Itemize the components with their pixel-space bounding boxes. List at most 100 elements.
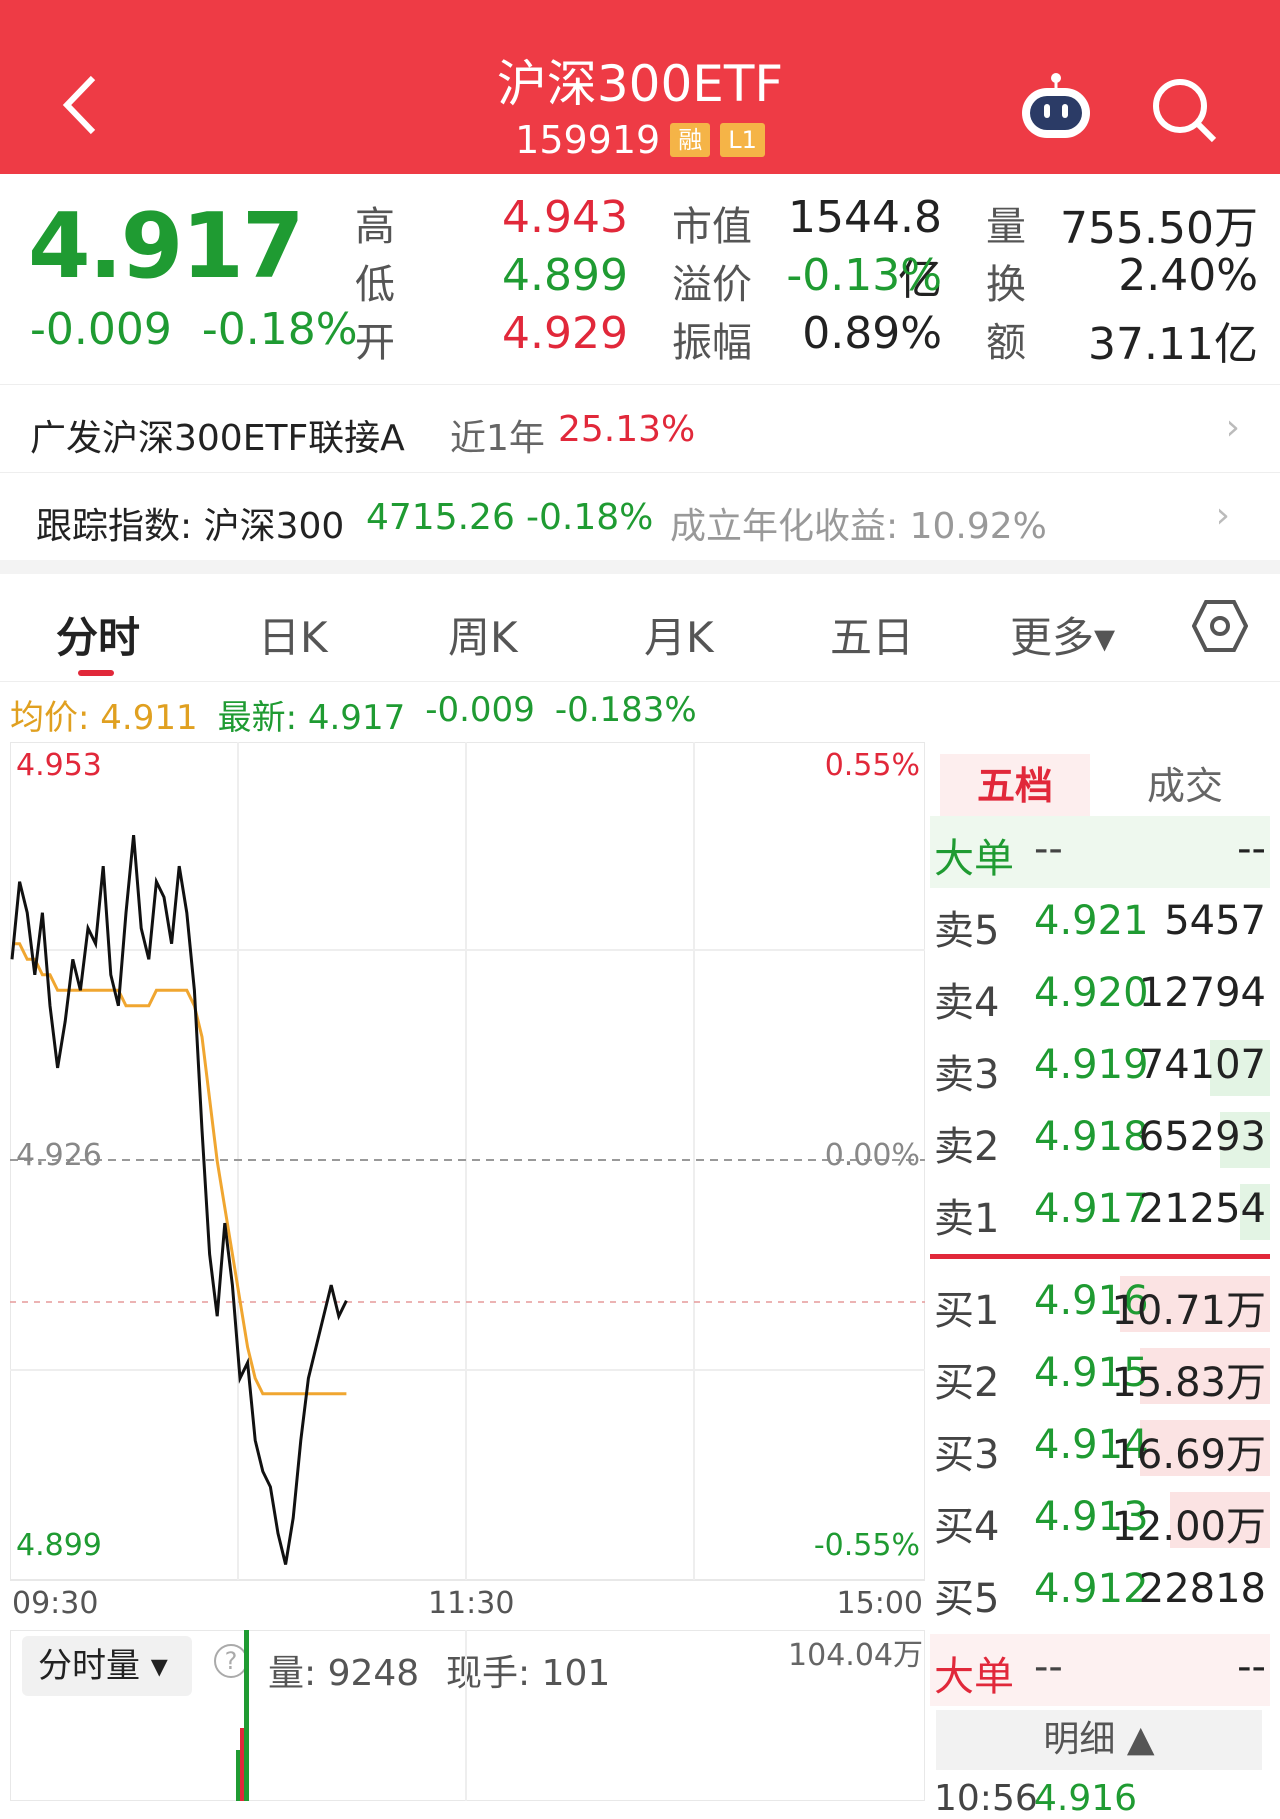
tab-trades[interactable]: 成交 — [1110, 754, 1260, 818]
level-label: 卖4 — [934, 980, 1000, 1026]
section-divider — [0, 560, 1280, 574]
quote-panel: 4.917 -0.009 -0.18% 高 低 开 4.943 4.899 4.… — [0, 174, 1280, 384]
avg-price: 均价: 4.911 — [10, 698, 198, 738]
spread-divider — [930, 1254, 1270, 1259]
tab-five-levels[interactable]: 五档 — [940, 754, 1090, 818]
volume-bar — [240, 1728, 244, 1801]
level-label: 卖3 — [934, 1052, 1000, 1098]
chevron-right-icon: › — [1225, 407, 1240, 448]
fund-return: 25.13% — [558, 409, 696, 450]
time-end: 15:00 — [836, 1586, 923, 1621]
index-pct: -0.18% — [526, 497, 654, 538]
bid-row: 买4 4.913 12.00万 — [930, 1484, 1270, 1556]
latest-change: -0.009 — [425, 690, 535, 730]
tab-daily-k[interactable]: 日K — [258, 604, 328, 665]
level-label: 买2 — [934, 1360, 1000, 1406]
big-order-row: 大单 -- -- — [930, 816, 1270, 888]
active-tab-indicator — [78, 670, 114, 676]
mcap-label: 市值 — [672, 204, 752, 250]
volume-chart — [10, 1630, 925, 1801]
fund-name: 广发沪深300ETF联接A — [30, 418, 405, 459]
index-value: 4715.26 — [366, 497, 515, 538]
time-axis: 09:30 11:30 15:00 — [10, 1584, 925, 1624]
big-order-label: 大单 — [934, 836, 1014, 882]
level-volume: 5457 — [1164, 898, 1266, 944]
volume-bar — [236, 1750, 240, 1801]
stock-code: 159919 — [515, 118, 661, 162]
big-order-dash: -- — [1034, 826, 1063, 872]
detail-toggle[interactable]: 明细 ▲ — [936, 1710, 1262, 1770]
level-label: 买4 — [934, 1504, 1000, 1550]
pct-bot-label: -0.55% — [814, 1528, 920, 1563]
tab-more[interactable]: 更多▾ — [1010, 604, 1115, 665]
level-price: 4.919 — [1034, 1042, 1149, 1088]
latest-price: 最新: 4.917 — [217, 698, 406, 738]
y-top-label: 4.953 — [16, 748, 102, 783]
ask-row: 卖1 4.917 21254 — [930, 1176, 1270, 1248]
high-value: 4.943 — [502, 192, 628, 243]
y-mid-label: 4.926 — [16, 1138, 102, 1173]
ask-row: 卖4 4.920 12794 — [930, 960, 1270, 1032]
linked-fund-row[interactable]: 广发沪深300ETF联接A 近1年 25.13% › — [0, 384, 1280, 472]
level-label: 卖5 — [934, 908, 1000, 954]
time-start: 09:30 — [12, 1586, 99, 1621]
app-header: 沪深300ETF 159919 融 L1 — [0, 0, 1280, 174]
trade-time: 10:56 — [934, 1778, 1038, 1819]
fund-period: 近1年 — [450, 418, 545, 459]
premium-value: -0.13% — [786, 250, 942, 301]
volume-label: 量 — [986, 204, 1026, 250]
tab-weekly-k[interactable]: 周K — [448, 604, 518, 665]
tab-intraday[interactable]: 分时 — [56, 604, 140, 665]
open-value: 4.929 — [502, 308, 628, 359]
big-order-dash: -- — [1237, 1644, 1266, 1690]
level-volume: 12794 — [1138, 970, 1266, 1016]
level-volume: 12.00万 — [1111, 1504, 1266, 1550]
level-volume: 65293 — [1138, 1114, 1266, 1160]
bid-row: 买2 4.915 15.83万 — [930, 1340, 1270, 1412]
level-price: 4.912 — [1034, 1566, 1149, 1612]
low-label: 低 — [355, 262, 395, 308]
y-bot-label: 4.899 — [16, 1528, 102, 1563]
level-volume: 15.83万 — [1111, 1360, 1266, 1406]
turnover-label: 换 — [986, 262, 1026, 308]
time-mid: 11:30 — [428, 1586, 515, 1621]
amplitude-label: 振幅 — [672, 320, 752, 366]
level-price: 4.917 — [1034, 1186, 1149, 1232]
level-volume: 74107 — [1138, 1042, 1266, 1088]
latest-pct: -0.183% — [554, 690, 697, 730]
level-volume: 10.71万 — [1111, 1288, 1266, 1334]
level-price: 4.918 — [1034, 1114, 1149, 1160]
amount-value: 37.11亿 — [1088, 319, 1258, 370]
intraday-chart[interactable]: 4.953 4.926 4.899 0.55% 0.00% -0.55% — [10, 742, 925, 1582]
index-label: 跟踪指数: 沪深300 — [36, 506, 345, 547]
tab-five-day[interactable]: 五日 — [830, 604, 914, 665]
high-label: 高 — [355, 204, 395, 250]
annual-return: 成立年化收益: 10.92% — [670, 506, 1047, 547]
price-change-row: -0.009 -0.18% — [30, 304, 358, 355]
pct-top-label: 0.55% — [825, 748, 920, 783]
bid-row: 买3 4.914 16.69万 — [930, 1412, 1270, 1484]
robot-assistant-icon[interactable] — [1018, 70, 1094, 146]
big-order-dash: -- — [1237, 826, 1266, 872]
price-line — [10, 834, 348, 1565]
level-label: 卖1 — [934, 1196, 1000, 1242]
level-label: 卖2 — [934, 1124, 1000, 1170]
open-label: 开 — [355, 320, 395, 366]
ask-row: 卖3 4.919 74107 — [930, 1032, 1270, 1104]
level-volume: 16.69万 — [1111, 1432, 1266, 1478]
settings-icon[interactable] — [1192, 598, 1248, 654]
level-price: 4.920 — [1034, 970, 1149, 1016]
order-book: 五档 成交 大单 -- -- 卖5 4.921 5457 卖4 4.920 12794 卖3… — [930, 742, 1270, 1819]
level-price: 4.921 — [1034, 898, 1149, 944]
pct-mid-label: 0.00% — [825, 1138, 920, 1173]
level-label: 买1 — [934, 1288, 1000, 1334]
tracking-index-row[interactable]: 跟踪指数: 沪深300 4715.26 -0.18% 成立年化收益: 10.92… — [0, 472, 1280, 560]
chevron-right-icon: › — [1215, 495, 1230, 536]
low-value: 4.899 — [502, 250, 628, 301]
bid-row: 买1 4.916 10.71万 — [930, 1268, 1270, 1340]
tab-monthly-k[interactable]: 月K — [644, 604, 714, 665]
chart-info-line: 均价: 4.911 最新: 4.917 -0.009 -0.183% — [10, 690, 697, 739]
level-volume: 22818 — [1138, 1566, 1266, 1612]
search-icon[interactable] — [1148, 74, 1220, 146]
level-label: 买5 — [934, 1576, 1000, 1622]
